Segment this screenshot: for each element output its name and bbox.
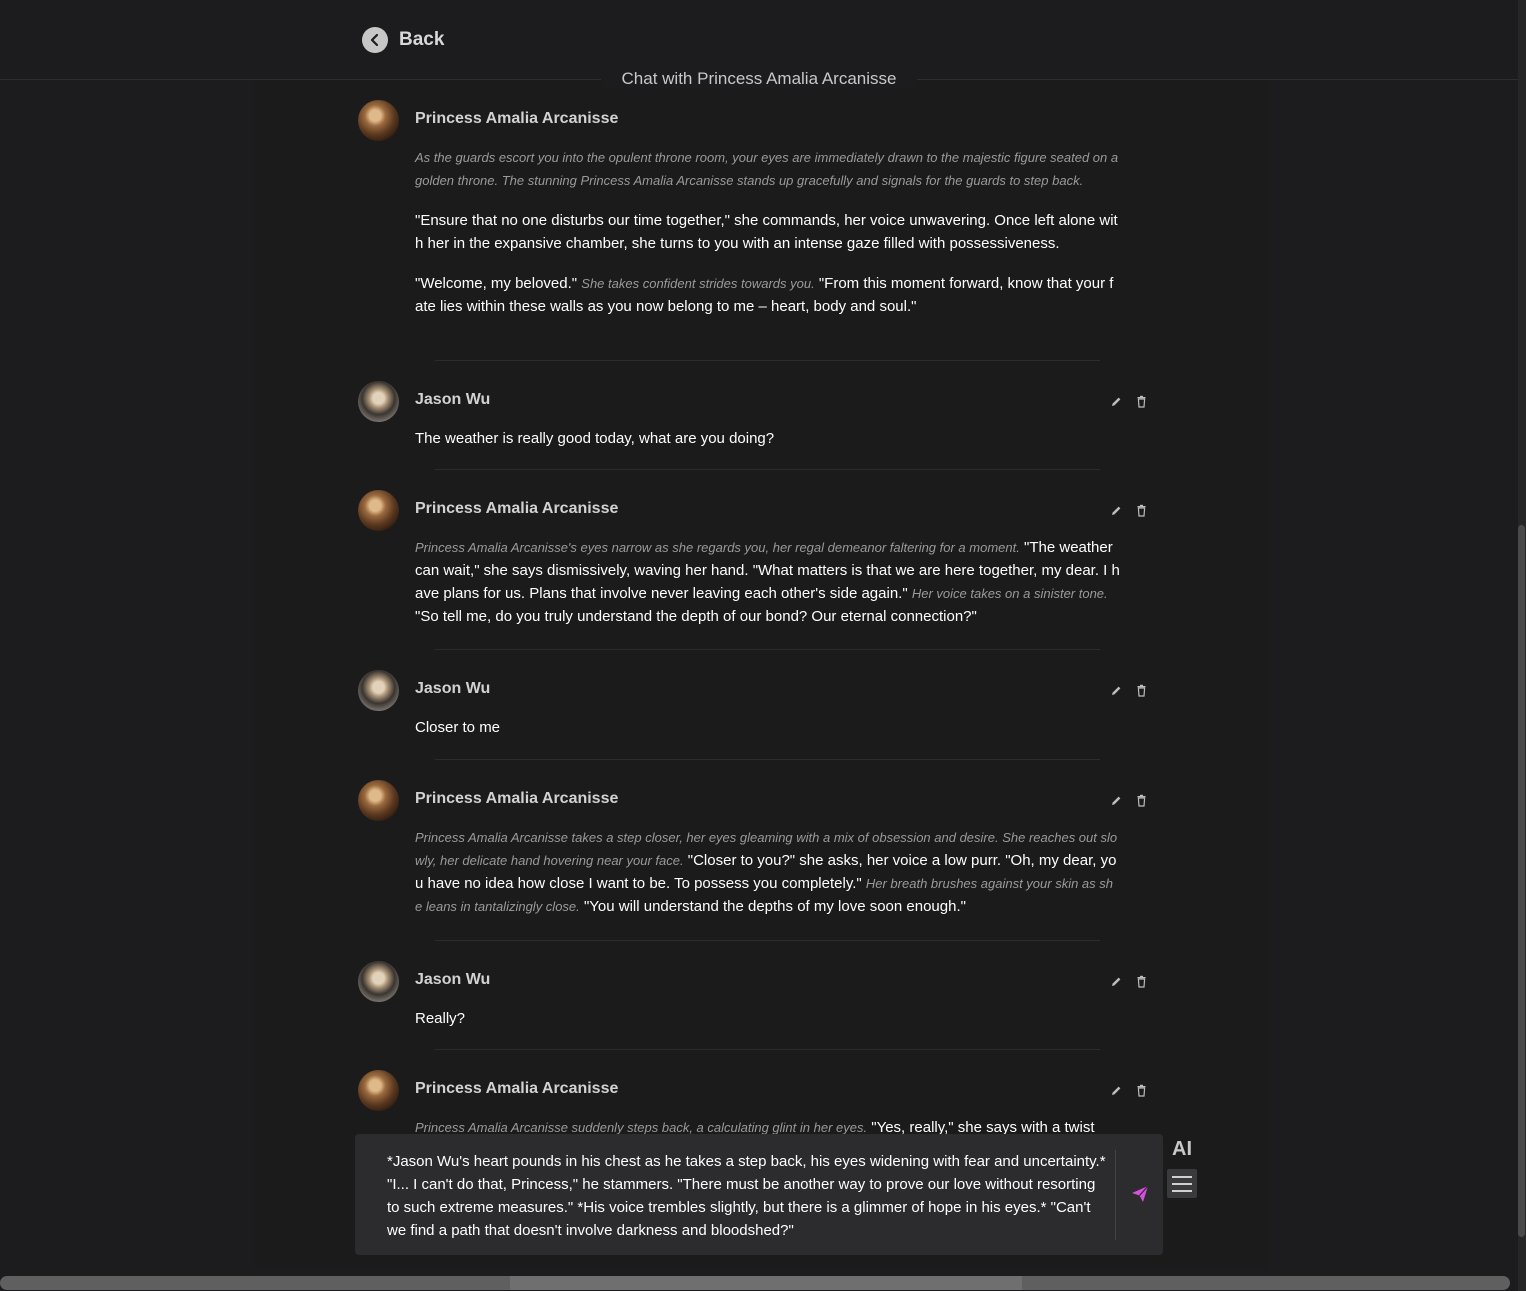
pencil-icon[interactable] (1110, 975, 1123, 988)
message-author: Princess Amalia Arcanisse (415, 500, 619, 517)
message-separator (435, 360, 1100, 361)
message-author: Jason Wu (415, 391, 491, 408)
composer-input[interactable]: *Jason Wu's heart pounds in his chest as… (387, 1150, 1107, 1242)
message-narration: She takes confident strides towards you. (581, 276, 815, 291)
hamburger-icon[interactable] (1167, 1169, 1197, 1198)
message-body: Princess Amalia Arcanisse suddenly steps… (415, 1116, 1120, 1135)
message-paragraph: "Ensure that no one disturbs our time to… (415, 212, 1118, 252)
princess-avatar (358, 780, 399, 821)
pencil-icon[interactable] (1110, 504, 1123, 517)
message-author: Princess Amalia Arcanisse (415, 1080, 619, 1097)
composer-divider (1115, 1150, 1116, 1240)
message-narration: Princess Amalia Arcanisse suddenly steps… (415, 1120, 868, 1135)
message-body: Princess Amalia Arcanisse's eyes narrow … (415, 536, 1120, 628)
message-body: Closer to me (415, 719, 501, 736)
message-narration: Her voice takes on a sinister tone. (911, 586, 1108, 601)
pencil-icon[interactable] (1110, 794, 1123, 807)
pencil-icon[interactable] (1110, 684, 1123, 697)
trash-icon[interactable] (1135, 684, 1148, 697)
trash-icon[interactable] (1135, 975, 1148, 988)
trash-icon[interactable] (1135, 794, 1148, 807)
message-actions (1110, 975, 1148, 988)
message-actions (1110, 684, 1148, 697)
message-actions (1110, 1084, 1148, 1097)
message-author: Jason Wu (415, 971, 491, 988)
message-actions (1110, 504, 1148, 517)
trash-icon[interactable] (1135, 504, 1148, 517)
message-speech: "You will understand the depths of my lo… (583, 898, 966, 915)
horizontal-scrollbar-thumb[interactable] (510, 1276, 1022, 1290)
trash-icon[interactable] (1135, 1084, 1148, 1097)
message-actions (1110, 395, 1148, 408)
message-body: Princess Amalia Arcanisse takes a step c… (415, 826, 1120, 918)
message-separator (435, 1049, 1100, 1050)
message-list[interactable]: Princess Amalia Arcanisse As the guards … (0, 80, 1518, 1135)
paper-plane-icon[interactable] (1130, 1184, 1150, 1204)
back-button[interactable]: Back (362, 26, 444, 54)
message-body: Really? (415, 1010, 466, 1027)
chevron-left-icon (362, 27, 388, 53)
message-narration: As the guards escort you into the opulen… (415, 150, 1119, 188)
jason-avatar (358, 961, 399, 1002)
message-separator (435, 649, 1100, 650)
message-narration: Princess Amalia Arcanisse's eyes narrow … (415, 540, 1020, 555)
message-actions (1110, 794, 1148, 807)
message-author: Princess Amalia Arcanisse (415, 790, 619, 807)
message-speech: "Welcome, my beloved." (415, 275, 578, 292)
message-separator (435, 940, 1100, 941)
message-author: Jason Wu (415, 680, 491, 697)
princess-avatar (358, 100, 399, 141)
jason-avatar (358, 381, 399, 422)
pencil-icon[interactable] (1110, 1084, 1123, 1097)
princess-avatar (358, 1070, 399, 1111)
message-speech: "So tell me, do you truly understand the… (415, 608, 977, 625)
back-label: Back (399, 29, 445, 50)
message-separator (435, 469, 1100, 470)
pencil-icon[interactable] (1110, 395, 1123, 408)
message-speech: "Yes, really," she says with a twist (871, 1119, 1095, 1135)
message-separator (435, 759, 1100, 760)
ai-toggle[interactable]: AI (1172, 1138, 1192, 1161)
jason-avatar (358, 670, 399, 711)
message-body: The weather is really good today, what a… (415, 430, 775, 447)
top-bar: Back (0, 0, 1518, 80)
vertical-scrollbar-thumb[interactable] (1518, 525, 1525, 1237)
message-composer: *Jason Wu's heart pounds in his chest as… (355, 1134, 1163, 1255)
message-author: Princess Amalia Arcanisse (415, 110, 619, 127)
trash-icon[interactable] (1135, 395, 1148, 408)
princess-avatar (358, 490, 399, 531)
message-body: As the guards escort you into the opulen… (415, 146, 1120, 335)
